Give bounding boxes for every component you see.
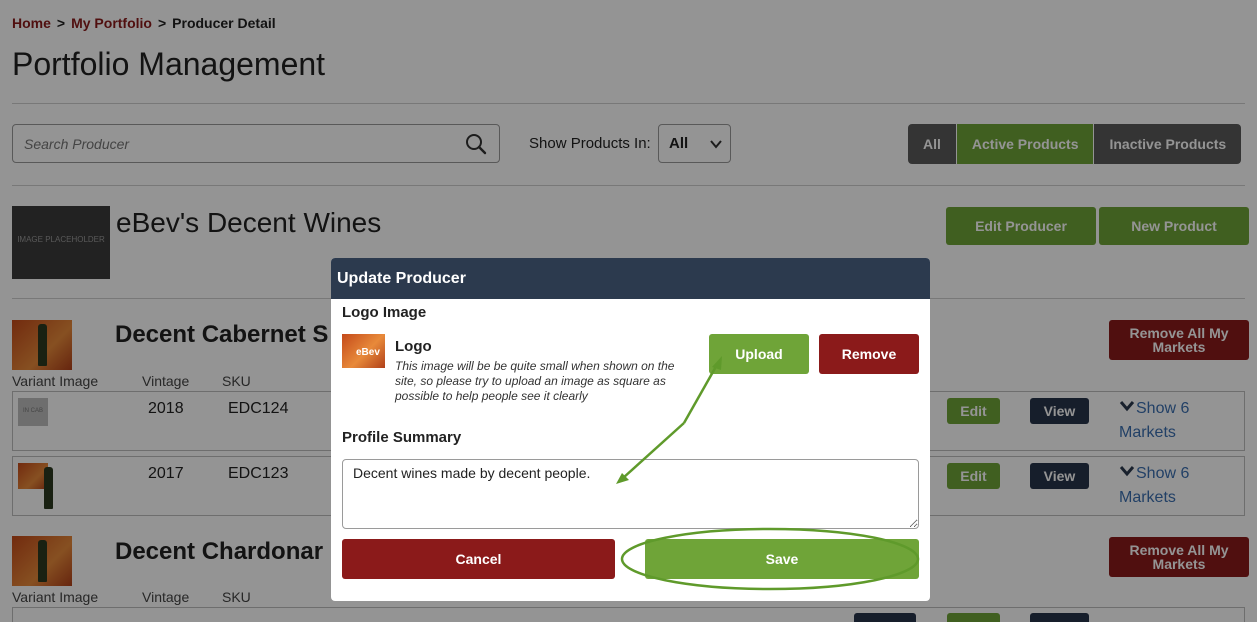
profile-summary-textarea[interactable]: Decent wines made by decent people. — [342, 459, 919, 529]
remove-logo-button[interactable]: Remove — [819, 334, 919, 374]
update-producer-dialog: Update Producer Logo Image eBev Logo Thi… — [331, 258, 930, 601]
cancel-button[interactable]: Cancel — [342, 539, 615, 579]
save-button[interactable]: Save — [645, 539, 919, 579]
logo-image-label: Logo Image — [342, 304, 427, 321]
upload-button[interactable]: Upload — [709, 334, 809, 374]
dialog-title: Update Producer — [331, 258, 930, 299]
logo-note: This image will be be quite small when s… — [395, 359, 675, 403]
profile-summary-label: Profile Summary — [342, 429, 462, 446]
logo-preview: eBev — [342, 334, 385, 368]
logo-title: Logo — [395, 338, 432, 355]
